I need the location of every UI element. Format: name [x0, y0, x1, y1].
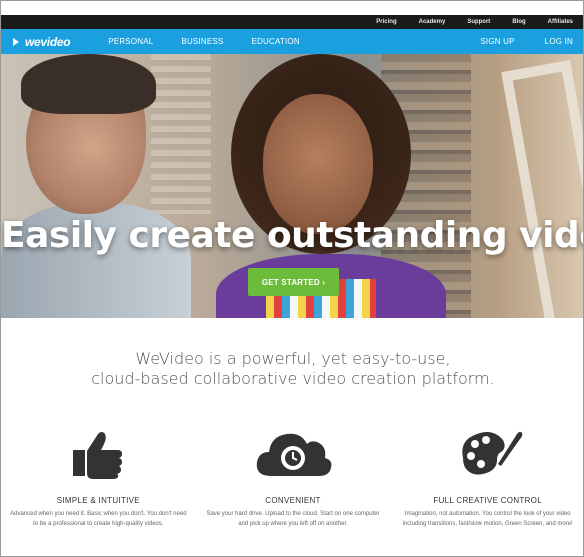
- feature-desc: Advanced when you need it. Basic when yo…: [10, 511, 187, 527]
- cloud-clock-icon: [204, 426, 383, 486]
- nav-education[interactable]: EDUCATION: [251, 37, 299, 46]
- hero-background-shelf-left: [151, 54, 211, 214]
- hero-headline: Easily create outstanding videos.: [1, 215, 583, 256]
- features-row: SIMPLE & INTUITIVE Advanced when you nee…: [1, 426, 583, 529]
- hero-woman-face: [263, 94, 373, 234]
- tagline-line-1: WeVideo is a powerful, yet easy-to-use,: [135, 349, 451, 368]
- feature-convenient: CONVENIENT Save your hard drive. Upload …: [196, 426, 391, 529]
- feature-desc: Imagination, not automation. You control…: [402, 511, 573, 527]
- utility-link-affiliates[interactable]: Affiliates: [548, 19, 573, 25]
- feature-full-creative-control: FULL CREATIVE CONTROL Imagination, not a…: [390, 426, 583, 529]
- utility-link-blog[interactable]: Blog: [512, 19, 525, 25]
- feature-title: FULL CREATIVE CONTROL: [433, 496, 542, 505]
- utility-link-academy[interactable]: Academy: [419, 19, 446, 25]
- feature-desc: Save your hard drive. Upload to the clou…: [206, 511, 380, 527]
- top-strip: [1, 1, 583, 15]
- browser-frame: Pricing Academy Support Blog Affiliates …: [0, 0, 584, 557]
- hero-banner: Easily create outstanding videos. GET ST…: [1, 54, 583, 318]
- nav-personal[interactable]: PERSONAL: [108, 37, 153, 46]
- hero-man-hair: [21, 54, 156, 114]
- utility-nav: Pricing Academy Support Blog Affiliates: [1, 15, 583, 29]
- feature-title: CONVENIENT: [265, 496, 321, 505]
- utility-link-support[interactable]: Support: [467, 19, 490, 25]
- play-icon: [13, 37, 19, 46]
- feature-title: SIMPLE & INTUITIVE: [56, 496, 140, 505]
- wevideo-logo[interactable]: wevideo: [13, 34, 71, 49]
- nav-left: PERSONAL BUSINESS EDUCATION: [108, 37, 300, 46]
- signup-link[interactable]: SIGN UP: [480, 37, 514, 46]
- main-nav: wevideo PERSONAL BUSINESS EDUCATION SIGN…: [1, 29, 583, 54]
- tagline: WeVideo is a powerful, yet easy-to-use, …: [1, 349, 583, 389]
- palette-brush-icon: [398, 426, 577, 486]
- thumbs-up-icon: [9, 426, 188, 486]
- nav-right: SIGN UP LOG IN: [480, 37, 573, 46]
- nav-business[interactable]: BUSINESS: [181, 37, 223, 46]
- feature-simple-intuitive: SIMPLE & INTUITIVE Advanced when you nee…: [1, 426, 196, 529]
- utility-link-pricing[interactable]: Pricing: [376, 19, 396, 25]
- get-started-button[interactable]: GET STARTED ›: [248, 268, 339, 296]
- tagline-line-2: cloud-based collaborative video creation…: [91, 369, 495, 388]
- logo-text: wevideo: [25, 34, 71, 49]
- hero-background-frame: [501, 60, 583, 318]
- login-link[interactable]: LOG IN: [545, 37, 573, 46]
